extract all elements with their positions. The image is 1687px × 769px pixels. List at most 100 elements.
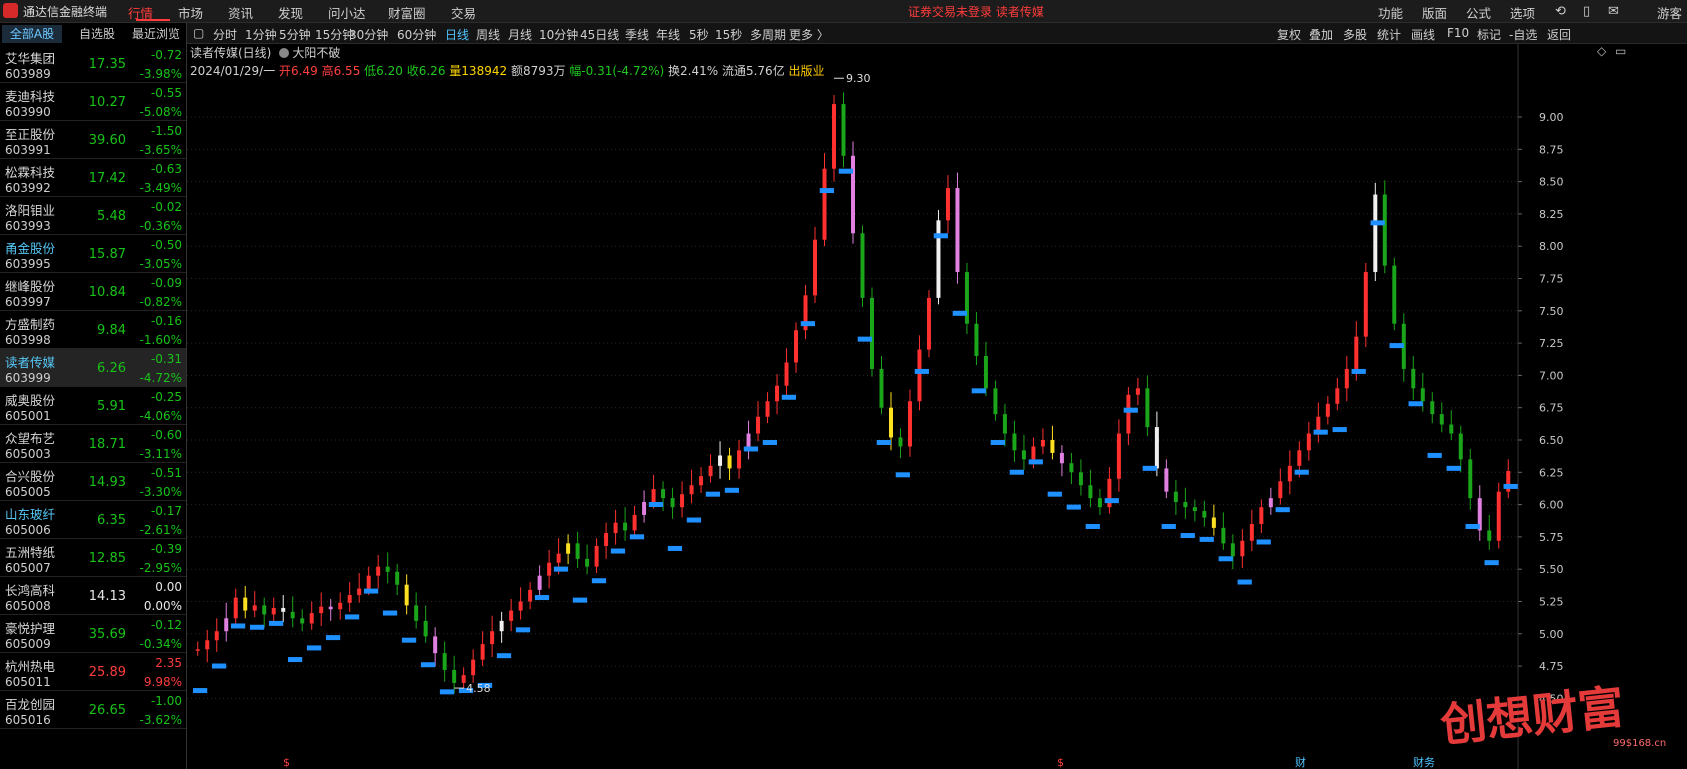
- stock-row[interactable]: 五洲特纸 605007 12.85 -0.39 -2.95%: [0, 539, 186, 577]
- stock-row[interactable]: 方盛制药 603998 9.84 -0.16 -1.60%: [0, 311, 186, 349]
- stock-row[interactable]: 杭州热电 605011 25.89 2.35 9.98%: [0, 653, 186, 691]
- stock-row[interactable]: 威奥股份 605001 5.91 -0.25 -4.06%: [0, 387, 186, 425]
- candle-body: [395, 571, 400, 585]
- chart-tool-0[interactable]: 复权: [1277, 26, 1301, 43]
- y-tick-label: 7.50: [1539, 305, 1564, 318]
- menu-options[interactable]: 选项: [1510, 3, 1535, 22]
- timeframe-15[interactable]: 多周期: [750, 26, 786, 43]
- indicator-block: [382, 610, 398, 616]
- menu-trade[interactable]: 交易: [451, 3, 476, 22]
- candle-body: [499, 620, 504, 632]
- stock-row[interactable]: 读者传媒 603999 6.26 -0.31 -4.72%: [0, 349, 186, 387]
- window-icon[interactable]: ▭: [1615, 44, 1626, 58]
- menu-formula[interactable]: 公式: [1466, 3, 1491, 22]
- stock-price: 12.85: [88, 551, 126, 566]
- diamond-icon[interactable]: ◇: [1597, 44, 1606, 58]
- kline-chart-area[interactable]: 9.00 8.75 8.50 8.25 8.00 7.75 7.50 7.25 7.00 6.75…: [187, 44, 1687, 769]
- chart-tool-7[interactable]: -自选: [1509, 26, 1537, 43]
- indicator-block: [971, 388, 986, 394]
- timeframe-10[interactable]: 45日线: [580, 26, 619, 43]
- timeframe-14[interactable]: 15秒: [715, 26, 742, 43]
- timeframe-5[interactable]: 60分钟: [397, 26, 436, 43]
- indicator-block: [1446, 465, 1461, 471]
- stock-code: 605007: [5, 561, 51, 575]
- chart-tool-2[interactable]: 多股: [1343, 26, 1367, 43]
- timeframe-11[interactable]: 季线: [625, 26, 649, 43]
- stock-row[interactable]: 洛阳钼业 603993 5.48 -0.02 -0.36%: [0, 197, 186, 235]
- indicator-block: [325, 635, 341, 641]
- chart-tool-5[interactable]: F10: [1447, 26, 1469, 40]
- menu-wealth-circle[interactable]: 财富圈: [388, 3, 426, 22]
- timeframe-0[interactable]: 分时: [213, 26, 237, 43]
- candle-body: [1126, 394, 1131, 434]
- stock-row[interactable]: 合兴股份 605005 14.93 -0.51 -3.30%: [0, 463, 186, 501]
- stock-price: 5.48: [97, 209, 126, 224]
- timeframe-2[interactable]: 5分钟: [279, 26, 311, 43]
- candle-body: [1069, 463, 1074, 473]
- indicator-block: [230, 623, 246, 629]
- candle-body: [1458, 433, 1463, 460]
- stock-code: 605008: [5, 599, 51, 613]
- timeframe-8[interactable]: 月线: [508, 26, 532, 43]
- menu-market[interactable]: 市场: [178, 3, 203, 22]
- stock-change: -0.16: [150, 314, 182, 328]
- message-icon[interactable]: ✉: [1608, 4, 1619, 19]
- login-notice[interactable]: 证券交易未登录 读者传媒: [908, 3, 1044, 20]
- user-guest[interactable]: 游客: [1657, 3, 1682, 22]
- stock-price: 10.27: [88, 95, 126, 110]
- stock-code: 605006: [5, 523, 51, 537]
- indicator-block: [705, 491, 721, 497]
- stock-price: 17.35: [88, 57, 126, 72]
- stock-change: 2.35: [155, 656, 182, 670]
- menu-layout[interactable]: 版面: [1422, 3, 1447, 22]
- stock-row[interactable]: 甬金股份 603995 15.87 -0.50 -3.05%: [0, 235, 186, 273]
- timeframe-16[interactable]: 更多 〉: [789, 26, 829, 43]
- phone-icon[interactable]: ▯: [1583, 4, 1590, 19]
- chart-tool-1[interactable]: 叠加: [1309, 26, 1333, 43]
- indicator-block: [496, 653, 512, 659]
- info-turnover: 换2.41%: [668, 64, 719, 78]
- refresh-icon[interactable]: ⟲: [1555, 4, 1566, 19]
- chart-tool-3[interactable]: 统计: [1377, 26, 1401, 43]
- stock-name: 山东玻纤: [5, 507, 56, 522]
- tab-recent[interactable]: 最近浏览: [128, 25, 184, 43]
- menu-ask[interactable]: 问小达: [328, 3, 366, 22]
- stock-row[interactable]: 山东玻纤 605006 6.35 -0.17 -2.61%: [0, 501, 186, 539]
- indicator-block: [1389, 343, 1404, 349]
- candle-body: [1192, 507, 1197, 512]
- menu-discover[interactable]: 发现: [278, 3, 303, 22]
- stock-row[interactable]: 豪悦护理 605009 35.69 -0.12 -0.34%: [0, 615, 186, 653]
- timeframe-6[interactable]: 日线: [445, 26, 469, 43]
- timeframe-7[interactable]: 周线: [476, 26, 500, 43]
- stock-change-pct: -4.72%: [139, 371, 182, 385]
- chart-tool-6[interactable]: 标记: [1477, 26, 1501, 43]
- candle-body: [1135, 388, 1140, 395]
- tab-watchlist[interactable]: 自选股: [70, 25, 124, 43]
- kline-chart[interactable]: 9.00 8.75 8.50 8.25 8.00 7.75 7.50 7.25 7.00 6.75…: [187, 44, 1687, 769]
- stock-row[interactable]: 继峰股份 603997 10.84 -0.09 -0.82%: [0, 273, 186, 311]
- stock-row[interactable]: 长鸿高科 605008 14.13 0.00 0.00%: [0, 577, 186, 615]
- info-sector[interactable]: 出版业: [789, 64, 825, 78]
- stock-row[interactable]: 艾华集团 603989 17.35 -0.72 -3.98%: [0, 45, 186, 83]
- stock-row[interactable]: 百龙创园 605016 26.65 -1.00 -3.62%: [0, 691, 186, 729]
- timeframe-4[interactable]: 30分钟: [349, 26, 388, 43]
- stock-row[interactable]: 至正股份 603991 39.60 -1.50 -3.65%: [0, 121, 186, 159]
- timeframe-12[interactable]: 年线: [656, 26, 680, 43]
- stock-row[interactable]: 松霖科技 603992 17.42 -0.63 -3.49%: [0, 159, 186, 197]
- candle-body: [252, 605, 257, 611]
- indicator-name[interactable]: 大阳不破: [292, 46, 340, 60]
- chart-tool-8[interactable]: 返回: [1547, 26, 1571, 43]
- chart-tool-4[interactable]: 画线: [1411, 26, 1435, 43]
- timeframe-9[interactable]: 10分钟: [539, 26, 578, 43]
- tab-all-a-shares[interactable]: 全部A股: [2, 25, 62, 43]
- timeframe-1[interactable]: 1分钟: [245, 26, 277, 43]
- stock-name: 读者传媒: [5, 355, 56, 370]
- candle-body: [737, 450, 742, 469]
- panel-toggle-icon[interactable]: ▢: [193, 26, 204, 40]
- stock-row[interactable]: 麦迪科技 603990 10.27 -0.55 -5.08%: [0, 83, 186, 121]
- candle-body: [1420, 388, 1425, 402]
- menu-news[interactable]: 资讯: [228, 3, 253, 22]
- timeframe-13[interactable]: 5秒: [689, 26, 709, 43]
- stock-row[interactable]: 众望布艺 605003 18.71 -0.60 -3.11%: [0, 425, 186, 463]
- menu-function[interactable]: 功能: [1378, 3, 1403, 22]
